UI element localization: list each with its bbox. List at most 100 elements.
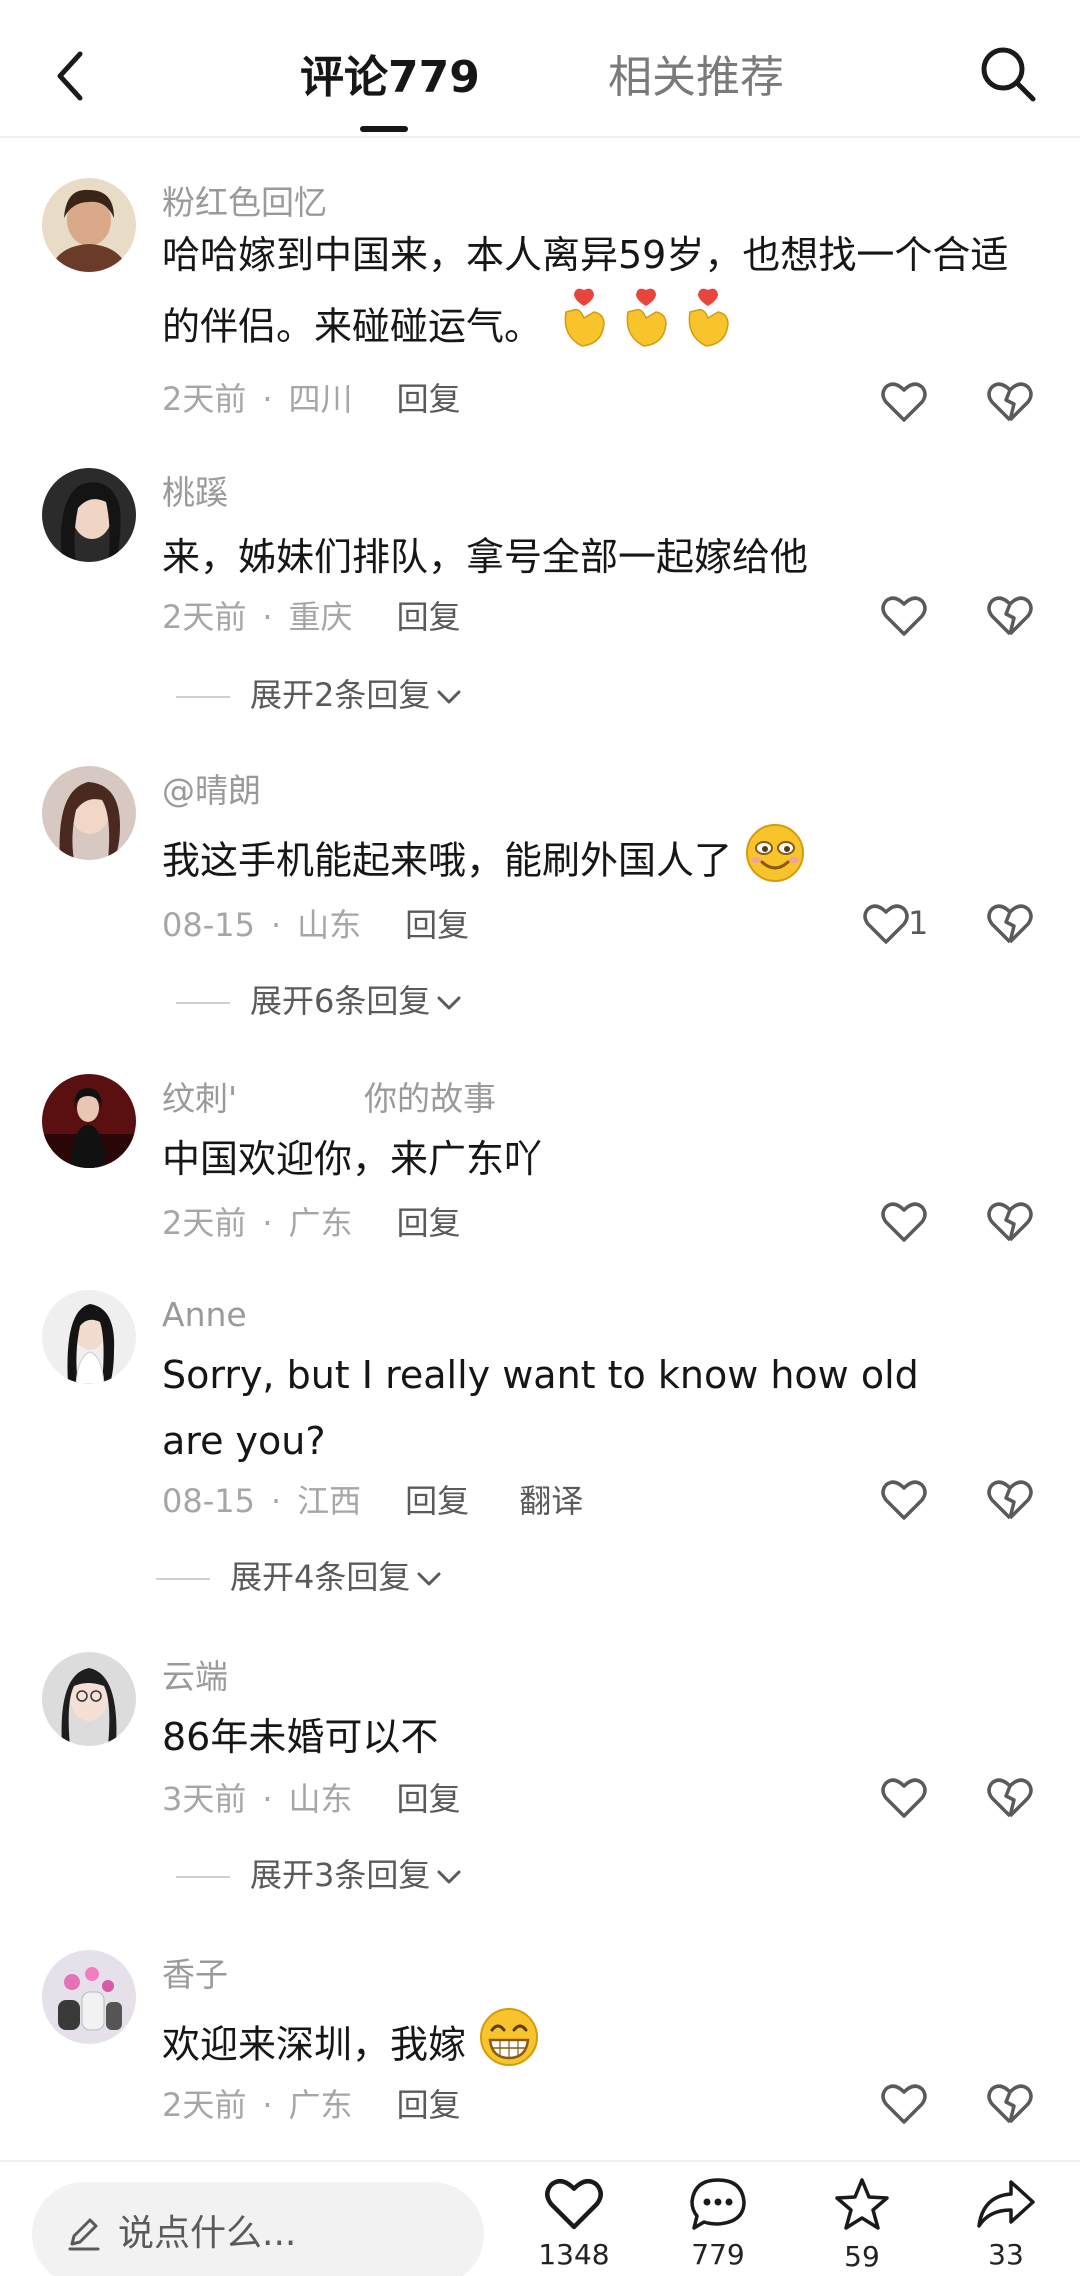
- share-button[interactable]: 33: [956, 2176, 1056, 2272]
- broken-heart-icon[interactable]: [986, 1200, 1034, 1244]
- comment-input-placeholder: 说点什么...: [118, 2213, 297, 2254]
- search-button[interactable]: [976, 42, 1040, 106]
- avatar[interactable]: [42, 1652, 136, 1746]
- finger-heart-emoji: [554, 288, 740, 370]
- broken-heart-icon[interactable]: [986, 594, 1034, 638]
- bottom-action-bar: 说点什么... 1348 779 59 33: [0, 2160, 1080, 2276]
- reply-button[interactable]: 回复: [397, 596, 461, 638]
- comment-time: 2天前: [162, 380, 247, 418]
- meta-separator: ·: [262, 1780, 273, 1818]
- expand-replies-button[interactable]: 展开6条回复: [176, 980, 462, 1022]
- comment-author[interactable]: 桃蹊: [162, 472, 228, 514]
- tab-related-recommendations[interactable]: 相关推荐: [608, 50, 784, 106]
- reply-button[interactable]: 回复: [405, 904, 469, 946]
- comment-meta: 2天前 · 广东 回复: [162, 2084, 461, 2126]
- expand-replies-label: 展开2条回复: [250, 676, 431, 714]
- reply-button[interactable]: 回复: [397, 1778, 461, 1820]
- comment-author[interactable]: @晴朗: [162, 770, 261, 812]
- avatar[interactable]: [42, 468, 136, 562]
- comment-item: 桃蹊 来，姊妹们排队，拿号全部一起嫁给他 2天前 · 重庆 回复 展开2条回复: [0, 468, 1080, 728]
- comment-meta: 08-15 · 江西 回复 翻译: [162, 1480, 583, 1522]
- broken-heart-icon[interactable]: [986, 380, 1034, 424]
- divider: [176, 1002, 230, 1004]
- active-tab-indicator: [360, 126, 408, 132]
- comment-text: 欢迎来深圳，我嫁: [162, 2022, 467, 2067]
- expand-replies-label: 展开3条回复: [250, 1856, 431, 1894]
- comment-text: 我这手机能起来哦，能刷外国人了: [162, 838, 733, 883]
- comment-item: 纹刺' 你的故事 中国欢迎你，来广东吖 2天前 · 广东 回复: [0, 1074, 1080, 1274]
- pencil-icon: [68, 2218, 100, 2251]
- comment-input[interactable]: 说点什么...: [32, 2182, 484, 2276]
- share-count: 33: [988, 2238, 1024, 2271]
- avatar[interactable]: [42, 1074, 136, 1168]
- meta-separator: ·: [262, 380, 273, 418]
- comment-meta: 2天前 · 重庆 回复: [162, 596, 461, 638]
- star-icon: [835, 2178, 889, 2230]
- chevron-down-icon: [437, 996, 461, 1010]
- broken-heart-icon[interactable]: [986, 902, 1034, 946]
- expand-replies-button[interactable]: 展开3条回复: [176, 1854, 462, 1896]
- divider: [176, 696, 230, 698]
- comment-author[interactable]: Anne: [162, 1294, 247, 1336]
- comment-author[interactable]: 粉红色回忆: [162, 182, 327, 224]
- comment-location: 江西: [297, 1482, 362, 1520]
- comment-item: 粉红色回忆 哈哈嫁到中国来，本人离异59岁，也想找一个合适的伴侣。来碰碰运气。: [0, 178, 1080, 448]
- comment-text-block: 欢迎来深圳，我嫁: [162, 2006, 1022, 2088]
- heart-icon[interactable]: [880, 2082, 928, 2126]
- comment-text-block: 哈哈嫁到中国来，本人离异59岁，也想找一个合适的伴侣。来碰碰运气。: [162, 222, 1022, 370]
- like-count: 1348: [538, 2238, 610, 2271]
- smiling-face-emoji: [744, 822, 806, 904]
- heart-icon[interactable]: [880, 380, 928, 424]
- tab-comments[interactable]: 评论779: [300, 50, 480, 106]
- meta-separator: ·: [262, 2086, 273, 2124]
- chevron-down-icon: [437, 1870, 461, 1884]
- comment-time: 2天前: [162, 2086, 247, 2124]
- avatar[interactable]: [42, 1950, 136, 2044]
- comment-location: 四川: [288, 380, 353, 418]
- comment-author[interactable]: 云端: [162, 1656, 228, 1698]
- expand-replies-button[interactable]: 展开2条回复: [176, 674, 462, 716]
- heart-icon[interactable]: [880, 1478, 928, 1522]
- reply-button[interactable]: 回复: [397, 378, 461, 420]
- favorite-count: 59: [844, 2240, 880, 2273]
- comment-meta: 2天前 · 四川 回复: [162, 378, 461, 420]
- meta-separator: ·: [262, 1204, 273, 1242]
- reply-button[interactable]: 回复: [397, 1202, 461, 1244]
- comment-text: 中国欢迎你，来广东吖: [162, 1137, 543, 1181]
- avatar[interactable]: [42, 1290, 136, 1384]
- comment-text-block: 我这手机能起来哦，能刷外国人了: [162, 822, 1022, 904]
- heart-icon[interactable]: [880, 594, 928, 638]
- comment-author[interactable]: 纹刺': [162, 1078, 237, 1120]
- expand-replies-button[interactable]: 展开4条回复: [156, 1556, 442, 1598]
- broken-heart-icon[interactable]: [986, 2082, 1034, 2126]
- grinning-face-emoji: [478, 2006, 540, 2088]
- expand-replies-label: 展开4条回复: [230, 1558, 411, 1596]
- broken-heart-icon[interactable]: [986, 1776, 1034, 1820]
- back-button[interactable]: [44, 44, 96, 108]
- top-nav-bar: 评论779 相关推荐: [0, 0, 1080, 138]
- comment-author[interactable]: 香子: [162, 1954, 228, 1996]
- comment-location: 山东: [288, 1780, 353, 1818]
- author-tag: 你的故事: [364, 1079, 496, 1118]
- comment-location: 广东: [288, 2086, 353, 2124]
- avatar[interactable]: [42, 178, 136, 272]
- comment-text: 来，姊妹们排队，拿号全部一起嫁给他: [162, 535, 809, 579]
- broken-heart-icon[interactable]: [986, 1478, 1034, 1522]
- translate-button[interactable]: 翻译: [519, 1480, 583, 1522]
- comment-time: 2天前: [162, 598, 247, 636]
- comment-meta: 3天前 · 山东 回复: [162, 1778, 461, 1820]
- heart-icon[interactable]: [880, 1200, 928, 1244]
- chat-bubble-icon: [690, 2178, 746, 2230]
- comment-meta: 08-15 · 山东 回复: [162, 904, 469, 946]
- favorite-button[interactable]: 59: [812, 2176, 912, 2274]
- meta-separator: ·: [270, 1482, 282, 1520]
- comment-location: 重庆: [288, 598, 353, 636]
- reply-button[interactable]: 回复: [405, 1480, 469, 1522]
- reply-button[interactable]: 回复: [397, 2084, 461, 2126]
- comment-button[interactable]: 779: [668, 2176, 768, 2272]
- heart-icon[interactable]: [862, 902, 910, 946]
- like-button[interactable]: 1348: [524, 2176, 624, 2272]
- avatar[interactable]: [42, 766, 136, 860]
- heart-icon[interactable]: [880, 1776, 928, 1820]
- comment-meta: 2天前 · 广东 回复: [162, 1202, 461, 1244]
